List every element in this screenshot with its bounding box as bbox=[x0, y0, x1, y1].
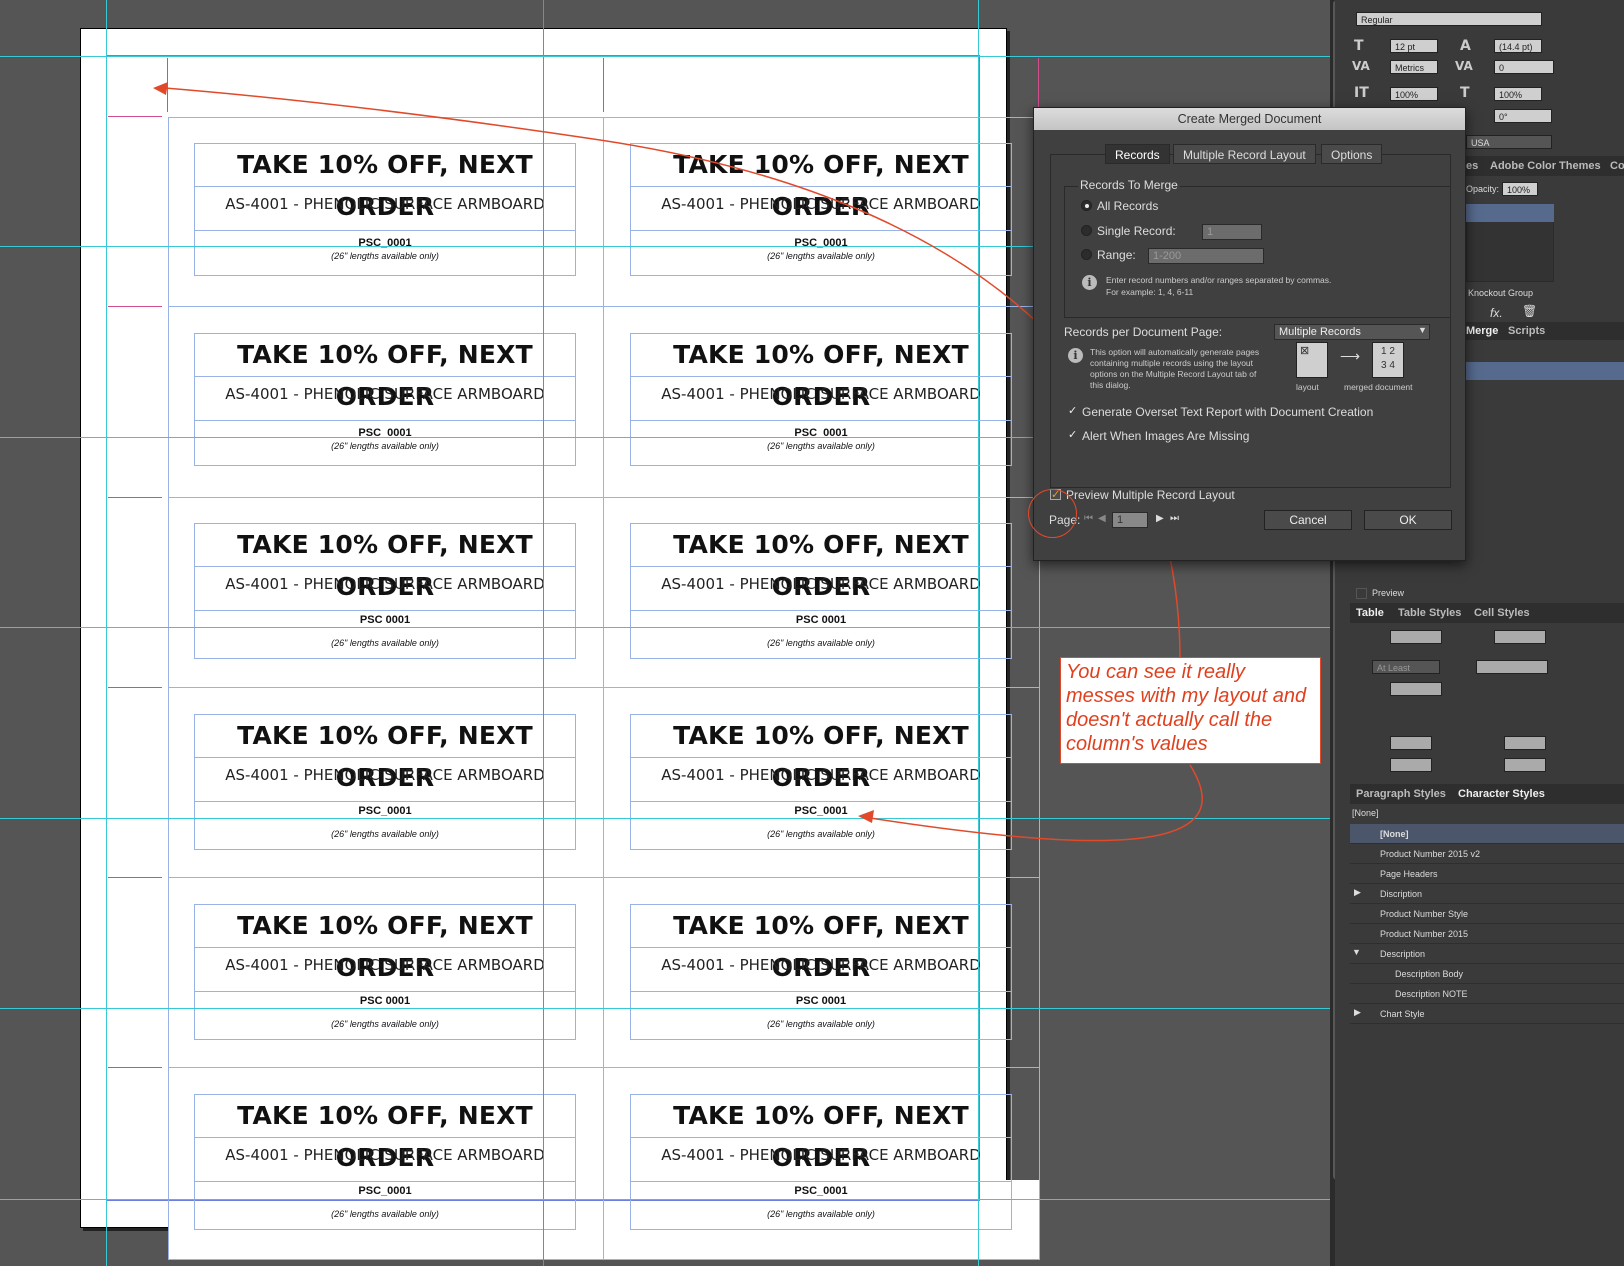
arrow-to-psc bbox=[869, 764, 1203, 842]
tab-records[interactable]: Records bbox=[1105, 144, 1170, 164]
info-icon: i bbox=[1068, 348, 1083, 363]
overset-label[interactable]: Generate Overset Text Report with Docume… bbox=[1082, 405, 1373, 419]
prev-page-icon[interactable]: ◀ bbox=[1098, 513, 1106, 524]
next-page-icon[interactable]: ▶ bbox=[1156, 513, 1164, 524]
alert-images-checkbox[interactable]: ✓ bbox=[1068, 430, 1079, 441]
single-record-label[interactable]: Single Record: bbox=[1097, 224, 1176, 238]
arrow-to-top-left bbox=[164, 87, 1181, 661]
single-record-field[interactable]: 1 bbox=[1202, 224, 1262, 240]
chevron-down-icon[interactable]: ▼ bbox=[1418, 325, 1427, 335]
layout-thumbnail-icon: ⊠ bbox=[1300, 345, 1310, 357]
all-records-label[interactable]: All Records bbox=[1097, 199, 1158, 213]
alert-images-label[interactable]: Alert When Images Are Missing bbox=[1082, 429, 1249, 443]
first-page-icon[interactable]: ⏮ bbox=[1084, 513, 1093, 524]
records-per-page-label: Records per Document Page: bbox=[1064, 325, 1223, 339]
merged-caption: merged document bbox=[1344, 382, 1413, 392]
per-page-help-text: This option will automatically generate … bbox=[1090, 347, 1260, 390]
arrowhead-psc bbox=[858, 810, 874, 823]
highlight-circle bbox=[1028, 489, 1077, 538]
records-per-page-select[interactable]: Multiple Records bbox=[1274, 324, 1430, 340]
layout-caption: layout bbox=[1296, 382, 1319, 392]
tab-options[interactable]: Options bbox=[1321, 144, 1383, 164]
range-label[interactable]: Range: bbox=[1097, 248, 1136, 262]
tab-multiple-record-layout[interactable]: Multiple Record Layout bbox=[1173, 144, 1316, 164]
preview-layout-label[interactable]: Preview Multiple Record Layout bbox=[1066, 488, 1235, 502]
arrow-right-icon: ⟶ bbox=[1340, 348, 1361, 364]
page-field[interactable]: 1 bbox=[1112, 512, 1148, 528]
single-record-radio[interactable] bbox=[1081, 225, 1092, 236]
info-icon: i bbox=[1082, 275, 1097, 290]
dialog-title: Create Merged Document bbox=[1034, 108, 1465, 130]
cancel-button[interactable]: Cancel bbox=[1264, 510, 1352, 530]
last-page-icon[interactable]: ⏭ bbox=[1170, 513, 1179, 524]
ok-button[interactable]: OK bbox=[1364, 510, 1452, 530]
annotation-callout: You can see it really messes with my lay… bbox=[1060, 657, 1321, 764]
range-radio[interactable] bbox=[1081, 249, 1092, 260]
merged-thumbnail: 1 23 4 bbox=[1372, 342, 1404, 378]
records-to-merge-title: Records To Merge bbox=[1078, 178, 1180, 192]
create-merged-document-dialog: Create Merged Document Records Multiple … bbox=[1033, 107, 1466, 561]
arrowhead-top-left bbox=[153, 82, 168, 95]
range-help-text: Enter record numbers and/or ranges separ… bbox=[1106, 275, 1332, 297]
all-records-radio[interactable] bbox=[1081, 200, 1092, 211]
overset-checkbox[interactable]: ✓ bbox=[1068, 406, 1079, 417]
range-field[interactable]: 1-200 bbox=[1148, 248, 1264, 264]
